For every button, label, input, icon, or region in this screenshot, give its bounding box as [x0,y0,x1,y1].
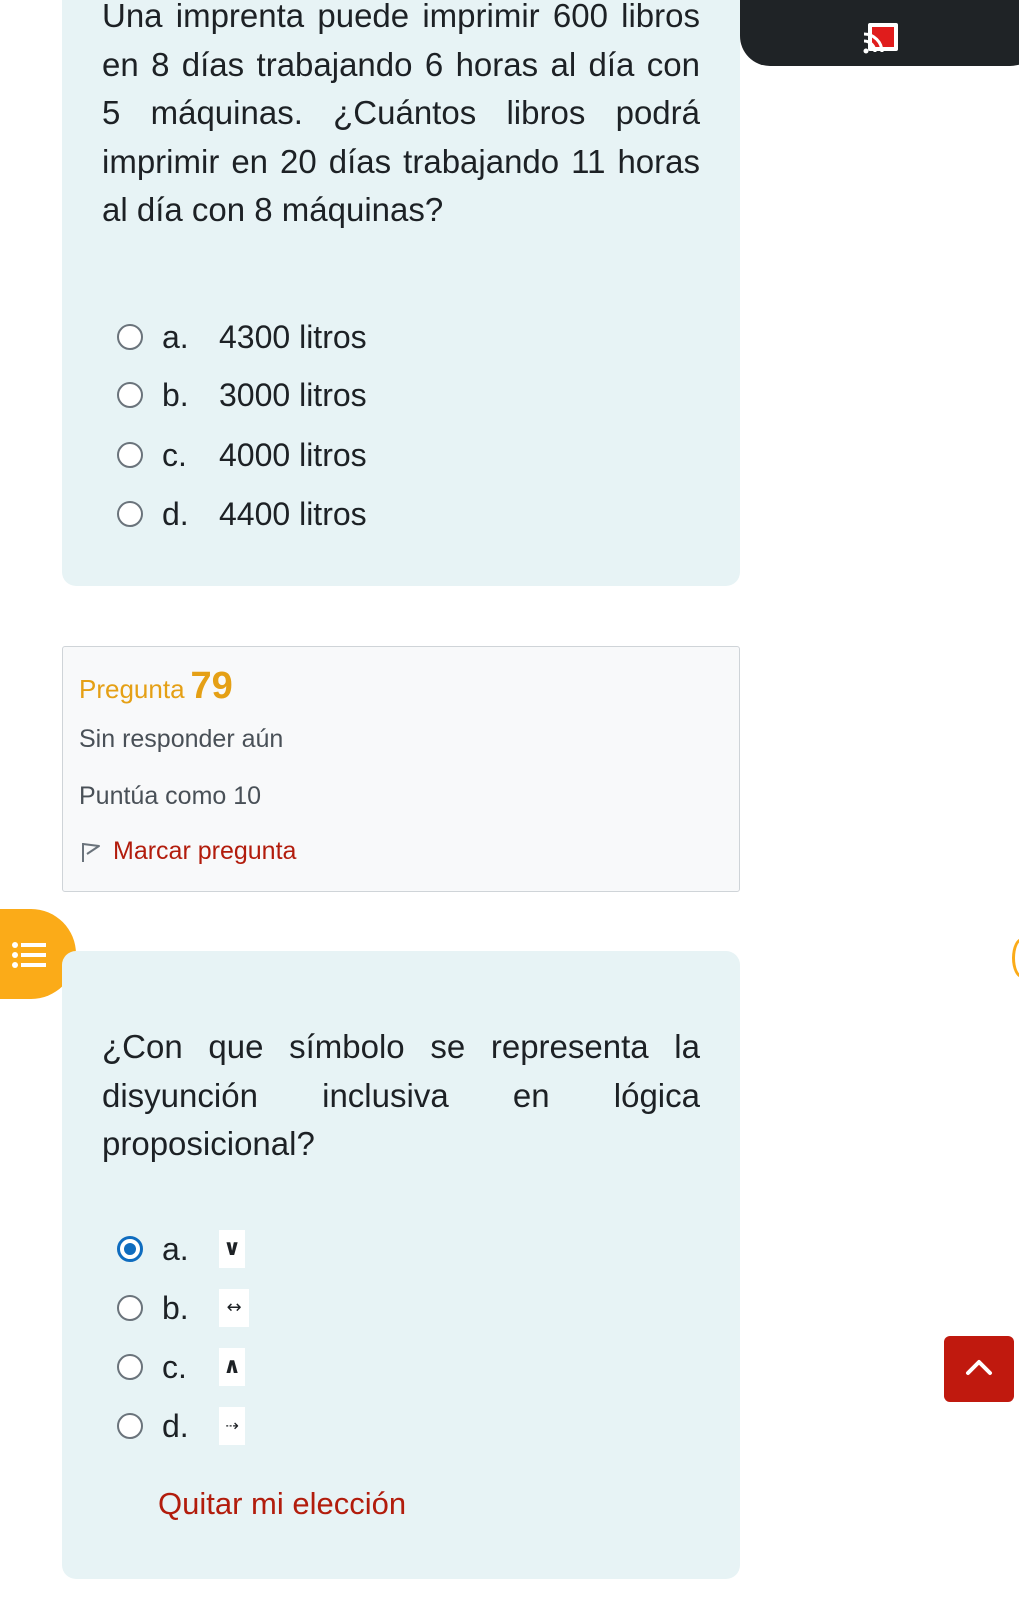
clear-choice-link[interactable]: Quitar mi elección [158,1486,406,1522]
question-78-text: Una imprenta puede imprimir 600 libros e… [102,0,700,228]
flag-question-link[interactable]: Marcar pregunta [79,837,296,866]
question-79-option-d[interactable]: d. ⇢ [117,1403,517,1453]
radio-button[interactable] [117,1354,143,1380]
radio-button[interactable] [117,324,143,350]
cast-icon[interactable] [862,20,902,56]
radio-button[interactable] [117,1413,143,1439]
list-icon [12,942,46,968]
question-78-option-d[interactable]: d. 4400 litros [117,491,517,541]
question-78-option-b[interactable]: b. 3000 litros [117,372,517,422]
back-to-top-button[interactable] [944,1336,1014,1402]
flag-icon [82,843,100,863]
right-drawer-edge[interactable] [1012,938,1019,978]
question-78-option-a[interactable]: a. 4300 litros [117,314,517,364]
question-grade: Puntúa como 10 [79,782,262,810]
logic-symbol: ∧ [219,1348,245,1386]
radio-button[interactable] [117,1295,143,1321]
question-79-option-c[interactable]: c. ∧ [117,1344,517,1394]
radio-button-checked[interactable] [117,1236,143,1262]
logic-symbol: ⇢ [219,1407,245,1445]
question-state: Sin responder aún [79,725,284,753]
radio-button[interactable] [117,501,143,527]
chevron-up-icon [966,1360,992,1375]
radio-button[interactable] [117,442,143,468]
logic-symbol: ↔ [219,1289,249,1327]
question-78-option-c[interactable]: c. 4000 litros [117,432,517,482]
question-79-info: Pregunta 79 Sin responder aún Puntúa como… [62,646,740,892]
radio-button[interactable] [117,382,143,408]
question-79-option-a[interactable]: a. ∨ [117,1226,517,1276]
question-79-text: ¿Con que símbolo se representa la disyun… [102,1028,700,1162]
logic-symbol: ∨ [219,1230,245,1268]
question-number: Pregunta 79 [79,665,233,707]
question-79-option-b[interactable]: b. ↔ [117,1285,517,1335]
